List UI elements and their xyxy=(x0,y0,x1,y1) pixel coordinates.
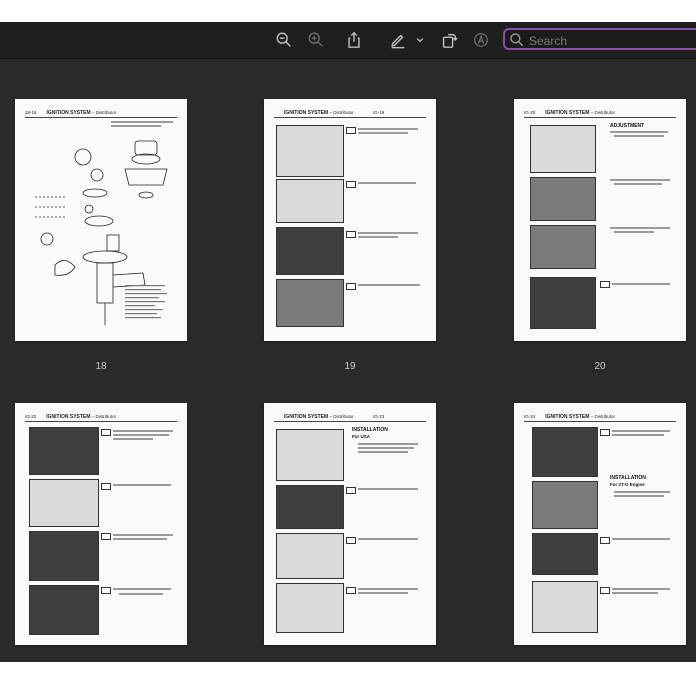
page-preview: IG-20 IGNITION SYSTEM – Distributor ADJUS… xyxy=(514,99,686,341)
page-header-subtitle: – Distributor xyxy=(590,110,615,115)
page-preview: IGNITION SYSTEM – Distributor IG-23 INST… xyxy=(264,403,436,645)
page-header-number: IG-23 xyxy=(372,414,385,419)
page-number-label: 18 xyxy=(95,361,107,372)
page-preview: IGNITION SYSTEM – Distributor IG-19 xyxy=(264,99,436,341)
rotate-icon[interactable] xyxy=(438,29,460,51)
page-header: 18-16 IGNITION SYSTEM – Distributor xyxy=(25,109,177,118)
page-header-subtitle: – Distributor xyxy=(590,414,615,419)
section-title: INSTALLATION xyxy=(352,427,388,433)
page-header-number: 18-16 xyxy=(25,110,37,115)
page-header-title: IGNITION SYSTEM xyxy=(545,414,590,420)
page-header-title: IGNITION SYSTEM xyxy=(545,110,590,116)
share-icon[interactable] xyxy=(343,29,365,51)
page-header-title: IGNITION SYSTEM xyxy=(46,414,91,420)
search-field[interactable] xyxy=(503,28,696,51)
page-header-number: IG-20 xyxy=(524,110,536,115)
page-preview: IG-24 IGNITION SYSTEM – Distributor INSTA… xyxy=(514,403,686,645)
zoom-out-icon[interactable] xyxy=(273,29,295,51)
page-header: IGNITION SYSTEM – Distributor IG-19 xyxy=(274,109,426,118)
page-header-title: IGNITION SYSTEM xyxy=(284,110,329,116)
section-subtitle: For USA xyxy=(352,434,370,439)
autofill-icon[interactable] xyxy=(470,29,492,51)
page-header-subtitle: – Distributor xyxy=(329,414,354,419)
preview-window: 18-16 IGNITION SYSTEM – Distributor xyxy=(0,22,696,662)
page-header-number: IG-19 xyxy=(372,110,385,115)
zoom-in-icon[interactable] xyxy=(305,29,327,51)
page-header-title: IGNITION SYSTEM xyxy=(46,110,91,116)
toolbar xyxy=(0,22,696,59)
page-header-subtitle: – Distributor xyxy=(91,414,116,419)
thumbnail-grid: 18-16 IGNITION SYSTEM – Distributor 18 I… xyxy=(0,58,696,662)
section-subtitle: For 2T-G Engine xyxy=(610,482,645,487)
markup-icon[interactable] xyxy=(387,29,409,51)
page-header-number: IG-24 xyxy=(524,414,536,419)
search-input[interactable] xyxy=(527,31,696,51)
page-preview: IG-22 IGNITION SYSTEM – Distributor xyxy=(15,403,187,645)
page-header-title: IGNITION SYSTEM xyxy=(284,414,329,420)
page-preview: 18-16 IGNITION SYSTEM – Distributor xyxy=(15,99,187,341)
page-header: IG-20 IGNITION SYSTEM – Distributor xyxy=(524,109,676,118)
exploded-diagram xyxy=(35,140,168,325)
page-header: IGNITION SYSTEM – Distributor IG-23 xyxy=(274,413,426,422)
page-header-subtitle: – Distributor xyxy=(91,110,117,115)
page-header: IG-22 IGNITION SYSTEM – Distributor xyxy=(25,413,177,422)
chevron-down-icon[interactable] xyxy=(413,29,427,51)
section-title: INSTALLATION xyxy=(610,475,646,481)
search-icon xyxy=(509,32,525,48)
section-title: ADJUSTMENT xyxy=(610,123,645,129)
page-header-number: IG-22 xyxy=(25,414,37,419)
page-header: IG-24 IGNITION SYSTEM – Distributor xyxy=(524,413,676,422)
page-header-subtitle: – Distributor xyxy=(329,110,354,115)
page-number-label: 20 xyxy=(594,361,606,372)
page-number-label: 19 xyxy=(344,361,356,372)
